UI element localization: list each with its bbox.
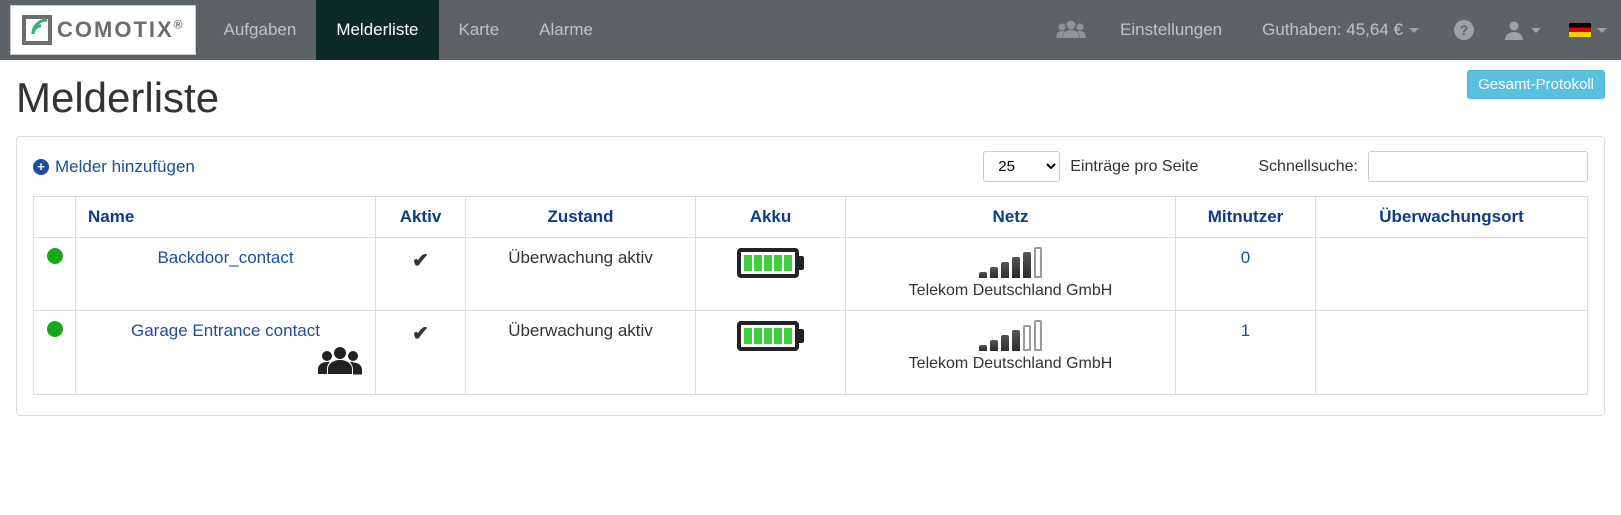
logo-icon	[21, 14, 53, 46]
user-icon	[1503, 19, 1525, 41]
panel: + Melder hinzufügen 25 Einträge pro Seit…	[16, 136, 1605, 416]
nav-melderliste[interactable]: Melderliste	[316, 0, 438, 60]
table-row: Backdoor_contact ✔ Überwachung aktiv Teleko…	[34, 238, 1588, 311]
quicksearch-label: Schnellsuche:	[1258, 158, 1358, 176]
help-icon: ?	[1453, 19, 1475, 41]
add-melder-label: Melder hinzufügen	[55, 157, 195, 177]
nav-account[interactable]	[1489, 0, 1555, 60]
status-dot	[47, 248, 63, 264]
status-dot	[47, 321, 63, 337]
col-ort[interactable]: Überwachungsort	[1316, 197, 1588, 238]
navbar: COMOTIX® Aufgaben Melderliste Karte Alar…	[0, 0, 1621, 60]
mitnutzer-link[interactable]: 0	[1241, 248, 1250, 267]
col-name[interactable]: Name	[76, 197, 376, 238]
per-page-label: Einträge pro Seite	[1070, 158, 1198, 176]
provider-text: Telekom Deutschland GmbH	[909, 282, 1113, 300]
melder-name-link[interactable]: Garage Entrance contact	[131, 321, 320, 340]
zustand-text: Überwachung aktiv	[508, 248, 653, 267]
page-title: Melderliste	[16, 74, 219, 122]
flag-de-icon	[1569, 23, 1591, 37]
zustand-text: Überwachung aktiv	[508, 321, 653, 340]
page-size-select[interactable]: 25	[983, 151, 1060, 182]
brand-logo[interactable]: COMOTIX®	[10, 5, 196, 55]
battery-icon	[737, 248, 804, 278]
nav-alarme[interactable]: Alarme	[519, 0, 613, 60]
users-icon	[1056, 19, 1086, 41]
nav-einstellungen[interactable]: Einstellungen	[1100, 0, 1242, 60]
gesamt-protokoll-button[interactable]: Gesamt-Protokoll	[1467, 70, 1605, 99]
col-akku[interactable]: Akku	[696, 197, 846, 238]
nav-aufgaben[interactable]: Aufgaben	[204, 0, 317, 60]
shared-users-icon	[317, 345, 363, 379]
melder-table: Name Aktiv Zustand Akku Netz Mitnutzer Ü…	[33, 196, 1588, 395]
col-status	[34, 197, 76, 238]
plus-circle-icon: +	[33, 159, 49, 175]
svg-text:?: ?	[1460, 22, 1469, 38]
melder-name-link[interactable]: Backdoor_contact	[157, 248, 293, 267]
col-netz[interactable]: Netz	[846, 197, 1176, 238]
check-icon: ✔	[412, 250, 429, 272]
caret-icon	[1597, 28, 1607, 33]
signal-icon	[979, 321, 1042, 351]
nav-karte[interactable]: Karte	[439, 0, 520, 60]
col-mitnutzer[interactable]: Mitnutzer	[1176, 197, 1316, 238]
col-aktiv[interactable]: Aktiv	[376, 197, 466, 238]
col-zustand[interactable]: Zustand	[466, 197, 696, 238]
nav-guthaben[interactable]: Guthaben: 45,64 €	[1242, 0, 1439, 60]
quicksearch-input[interactable]	[1368, 151, 1588, 182]
add-melder-link[interactable]: + Melder hinzufügen	[33, 157, 195, 177]
nav-users-icon[interactable]	[1042, 0, 1100, 60]
mitnutzer-link[interactable]: 1	[1241, 321, 1250, 340]
check-icon: ✔	[412, 323, 429, 345]
caret-icon	[1409, 28, 1419, 33]
nav-help[interactable]: ?	[1439, 0, 1489, 60]
signal-icon	[979, 248, 1042, 278]
brand-name: COMOTIX®	[57, 17, 185, 43]
battery-icon	[737, 321, 804, 351]
caret-icon	[1531, 28, 1541, 33]
provider-text: Telekom Deutschland GmbH	[909, 355, 1113, 373]
nav-language[interactable]	[1555, 0, 1621, 60]
table-row: Garage Entrance contact ✔ Überwachung akti…	[34, 311, 1588, 395]
